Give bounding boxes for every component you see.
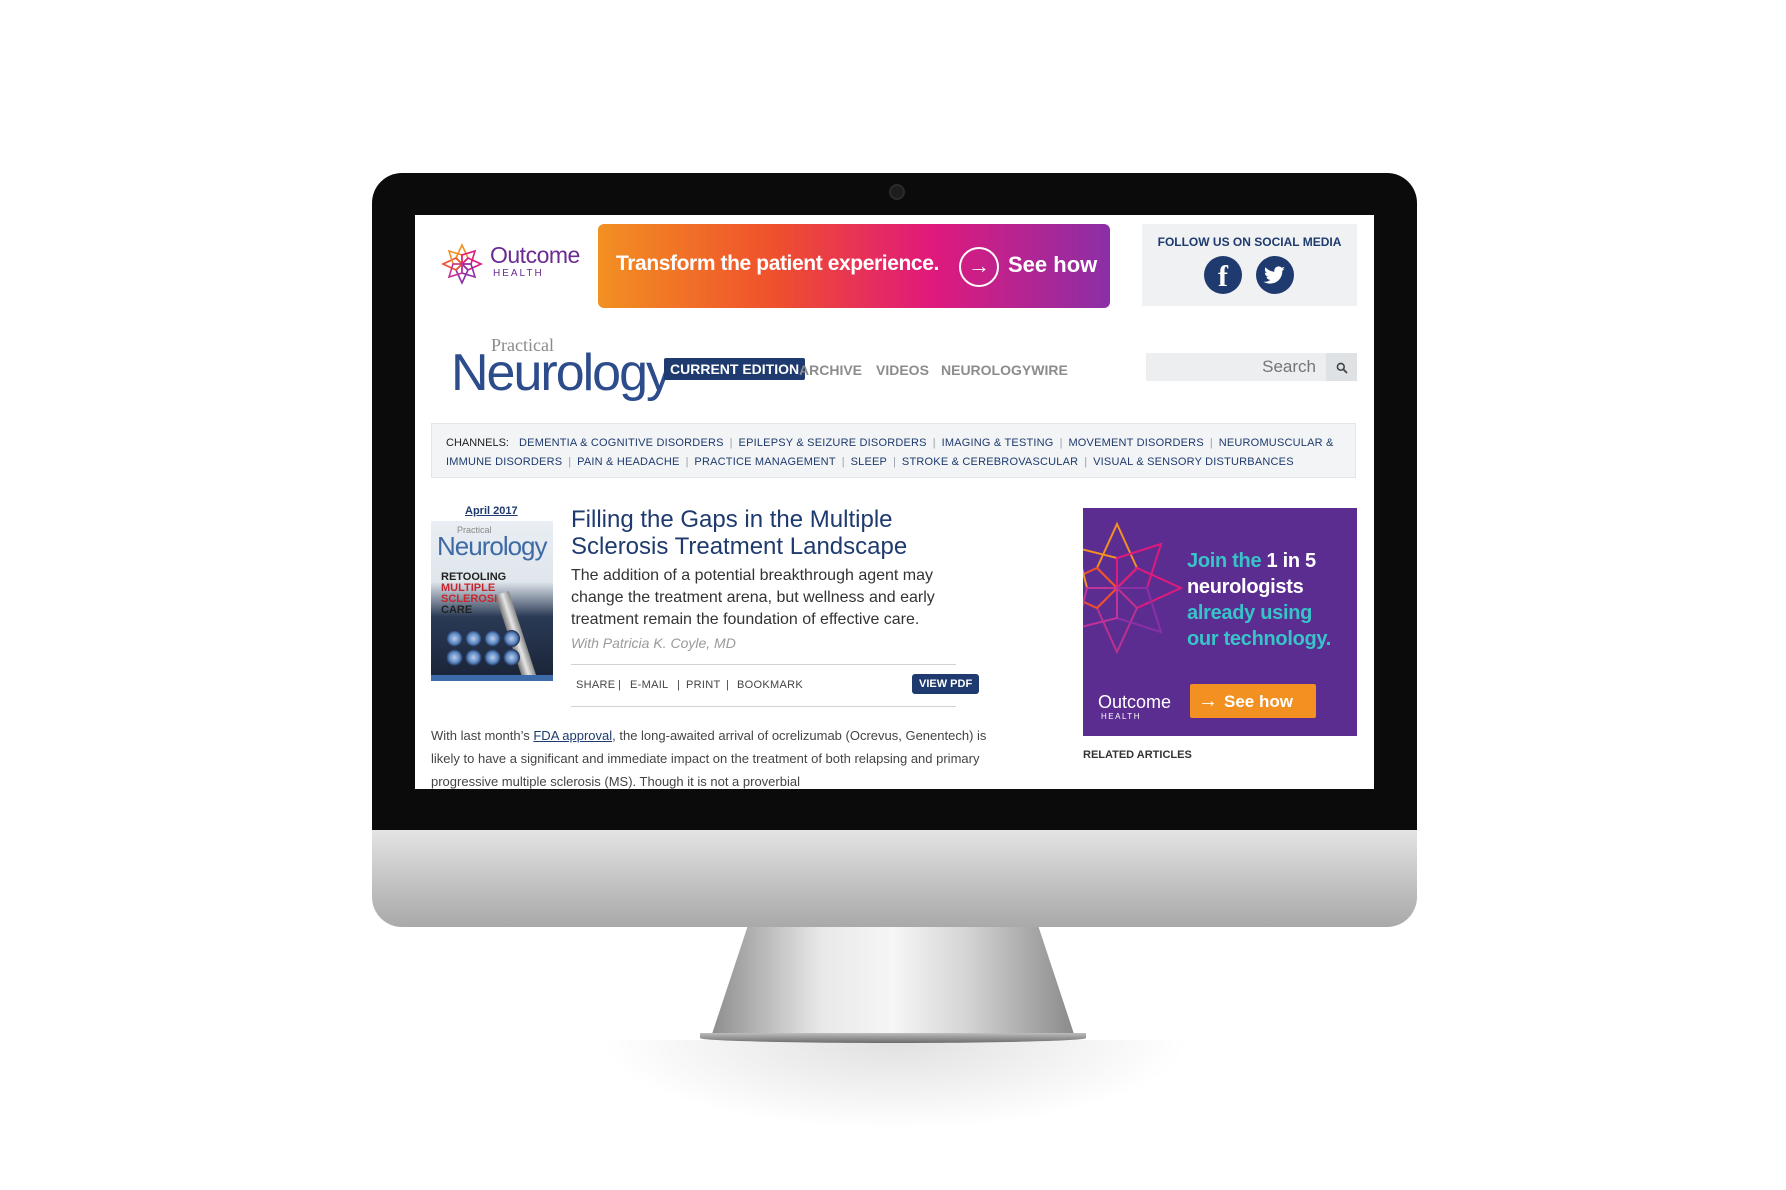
cover-bottom-strip (431, 675, 553, 681)
article-body: With last month’s FDA approval, the long… (431, 724, 991, 789)
channel-sleep[interactable]: SLEEP (851, 456, 887, 468)
brain-scan-icon (465, 649, 482, 666)
article-body-text: With last month’s (431, 728, 534, 743)
channel-imaging[interactable]: IMAGING & TESTING (942, 437, 1054, 449)
stand-shadow (600, 1040, 1190, 1130)
share-link[interactable]: SHARE (576, 679, 615, 691)
email-link[interactable]: E-MAIL (630, 679, 668, 691)
channel-separator: | (685, 456, 689, 468)
top-ad-banner[interactable]: Transform the patient experience. → See … (598, 224, 1110, 308)
twitter-icon[interactable] (1256, 256, 1294, 294)
browser-page: Outcome HEALTH Transform the patient exp… (415, 215, 1374, 789)
masthead-brand-large[interactable]: Neurology (451, 343, 672, 403)
outcome-health-logo-icon (441, 243, 483, 285)
arrow-right-icon: → (959, 247, 999, 287)
related-articles-heading: RELATED ARTICLES (1083, 749, 1192, 761)
channel-separator: | (1209, 437, 1213, 449)
social-media-box: FOLLOW US ON SOCIAL MEDIA f (1142, 224, 1357, 306)
channel-separator: | (1084, 456, 1088, 468)
channel-practice[interactable]: PRACTICE MANAGEMENT (694, 456, 835, 468)
side-ad-brand-sub: HEALTH (1101, 712, 1141, 721)
channel-separator: | (729, 437, 733, 449)
search-icon[interactable] (1326, 353, 1357, 381)
outcome-health-brand-sub: HEALTH (493, 268, 544, 279)
fda-approval-link[interactable]: FDA approval (533, 728, 612, 743)
outcome-flower-graphic (1083, 522, 1184, 655)
brain-scan-icon (503, 630, 520, 647)
divider (571, 664, 956, 665)
channel-stroke[interactable]: STROKE & CEREBROVASCULAR (902, 456, 1078, 468)
cover-brain-scans (445, 629, 525, 667)
tool-separator: | (618, 679, 621, 691)
cover-brand-large: Neurology (437, 531, 548, 561)
brain-scan-icon (446, 630, 463, 647)
side-ad-text-white: 1 in 5 (1266, 550, 1317, 572)
side-ad-brand: Outcome (1098, 692, 1172, 712)
divider (571, 706, 956, 707)
side-ad-cta-button[interactable]: → See how (1190, 684, 1316, 718)
side-ad-text-white: neurologists (1187, 576, 1304, 598)
search-box (1146, 353, 1326, 381)
social-label: FOLLOW US ON SOCIAL MEDIA (1157, 235, 1342, 249)
channel-dementia[interactable]: DEMENTIA & COGNITIVE DISORDERS (519, 437, 724, 449)
channel-separator: | (1059, 437, 1063, 449)
channel-visual[interactable]: VISUAL & SENSORY DISTURBANCES (1093, 456, 1294, 468)
channel-separator: | (841, 456, 845, 468)
brain-scan-icon (484, 649, 501, 666)
facebook-icon[interactable]: f (1204, 256, 1242, 294)
article-title[interactable]: Filling the Gaps in the Multiple Scleros… (571, 506, 911, 560)
bookmark-link[interactable]: BOOKMARK (737, 679, 803, 691)
brain-scan-icon (484, 630, 501, 647)
nav-videos[interactable]: VIDEOS (876, 362, 929, 378)
nav-neurologywire[interactable]: NEUROLOGYWIRE (941, 362, 1068, 378)
arrow-right-icon: → (1198, 690, 1218, 712)
monitor-stand-base (700, 1033, 1086, 1043)
outcome-health-brand: Outcome (490, 242, 580, 268)
side-ad[interactable]: Join the 1 in 5 neurologists already usi… (1083, 508, 1357, 736)
side-ad-text-teal: Join the (1187, 550, 1267, 572)
monitor-chin (372, 830, 1417, 927)
channel-separator: | (568, 456, 572, 468)
print-link[interactable]: PRINT (686, 679, 721, 691)
article-dek: The addition of a potential breakthrough… (571, 567, 935, 628)
brain-scan-icon (503, 649, 520, 666)
side-ad-text-teal: already using our technology. (1187, 602, 1332, 650)
channel-movement[interactable]: MOVEMENT DISORDERS (1068, 437, 1203, 449)
issue-cover-image[interactable]: Practical Neurology RETOOLING MULTIPLE S… (431, 521, 553, 681)
channels-bar: CHANNELS: DEMENTIA & COGNITIVE DISORDERS… (431, 423, 1356, 478)
top-ad-text: Transform the patient experience. (616, 252, 939, 275)
search-input[interactable] (1146, 353, 1326, 381)
nav-current-edition[interactable]: CURRENT EDITION (664, 358, 806, 380)
nav-archive[interactable]: ARCHIVE (799, 362, 862, 378)
tool-separator: | (726, 679, 729, 691)
article-byline: With Patricia K. Coyle, MD (571, 635, 736, 651)
monitor-stand (711, 927, 1075, 1037)
brain-scan-icon (465, 630, 482, 647)
side-ad-headline: Join the 1 in 5 neurologists already usi… (1187, 548, 1347, 652)
channels-label: CHANNELS: (446, 437, 509, 449)
issue-date-link[interactable]: April 2017 (465, 505, 518, 517)
tool-separator: | (677, 679, 680, 691)
top-ad-cta[interactable]: See how (1008, 252, 1097, 278)
channel-separator: | (932, 437, 936, 449)
channel-separator: | (893, 456, 896, 468)
channel-epilepsy[interactable]: EPILEPSY & SEIZURE DISORDERS (739, 437, 927, 449)
brain-scan-icon (446, 649, 463, 666)
side-ad-cta-label: See how (1224, 692, 1293, 711)
view-pdf-button[interactable]: VIEW PDF (912, 674, 980, 694)
channel-pain[interactable]: PAIN & HEADACHE (577, 456, 679, 468)
camera-icon (889, 184, 905, 200)
